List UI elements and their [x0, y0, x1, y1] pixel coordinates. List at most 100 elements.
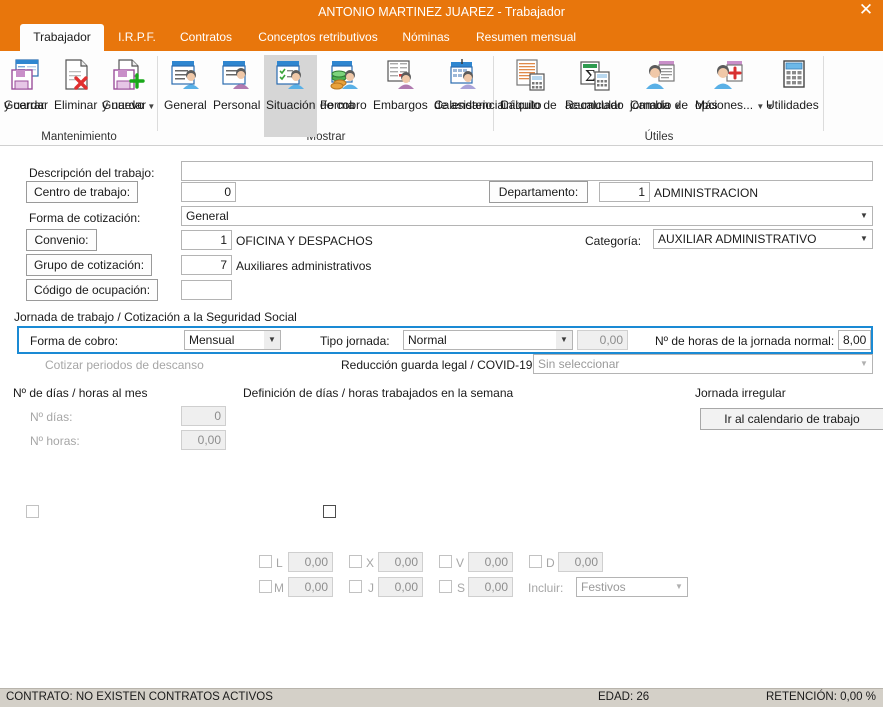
day-checkbox-D[interactable] — [529, 555, 542, 568]
status-retencion: RETENCIÓN: 0,00 % — [766, 691, 876, 703]
tipo-jornada-combo[interactable]: Normal ▼ — [403, 330, 573, 350]
num-dias-label: Nº días: — [30, 410, 73, 424]
incluir-combo[interactable]: Festivos ▼ — [576, 577, 688, 597]
delete-button[interactable]: Eliminar — [52, 55, 100, 112]
reduccion-guarda-legal-label: Reducción guarda legal / COVID-19 — [341, 358, 533, 372]
chevron-down-icon[interactable]: ▼ — [856, 207, 872, 225]
forma-cobro-combo[interactable]: Mensual ▼ — [184, 330, 281, 350]
day-checkbox-J[interactable] — [349, 580, 362, 593]
recalcular-acumulado-button[interactable]: Σ Recalcular acumulado — [563, 55, 627, 112]
forma-cobro-value: Mensual — [189, 333, 235, 347]
chevron-down-icon[interactable]: ▼ — [147, 102, 155, 111]
centro-trabajo-button[interactable]: Centro de trabajo: — [26, 181, 138, 203]
ir-calendario-trabajo-button[interactable]: Ir al calendario de trabajo — [700, 408, 883, 430]
day-label-J: J — [368, 581, 374, 595]
forma-de-cobro-button[interactable]: Forma de cobro — [318, 55, 370, 112]
departamento-text: ADMINISTRACION — [654, 186, 759, 200]
tab-contratos[interactable]: Contratos — [170, 24, 240, 51]
chevron-down-icon[interactable]: ▼ — [673, 102, 681, 111]
button-label-line2: ▼ — [764, 99, 776, 113]
calendar-person-icon — [432, 58, 494, 96]
codigo-ocupacion-input[interactable] — [181, 280, 232, 300]
day-value-D: 0,00 — [558, 552, 603, 572]
tab-nominas[interactable]: Nóminas — [392, 24, 460, 51]
tab-trabajador[interactable]: Trabajador — [20, 24, 104, 51]
day-checkbox-S[interactable] — [439, 580, 452, 593]
forma-cotizacion-value: General — [186, 209, 229, 223]
embargos-button[interactable]: Embargos — [371, 55, 431, 112]
jornada-group-title: Jornada de trabajo / Cotización a la Seg… — [14, 310, 297, 324]
tab-conceptos-retributivos[interactable]: Conceptos retributivos — [248, 24, 388, 51]
jornada-irregular-title: Jornada irregular — [695, 386, 786, 400]
num-dias-input: 0 — [181, 406, 226, 426]
delete-document-icon — [52, 58, 100, 96]
grupo-cotizacion-button[interactable]: Grupo de cotización: — [26, 254, 152, 276]
convenio-input[interactable]: 1 — [181, 230, 232, 250]
convenio-button[interactable]: Convenio: — [26, 229, 97, 251]
save-and-close-button[interactable]: Guardar y cerrar — [2, 55, 50, 112]
reduccion-guarda-legal-checkbox[interactable] — [323, 505, 336, 518]
forma-cotizacion-label: Forma de cotización: — [29, 211, 141, 225]
day-label-D: D — [546, 556, 555, 570]
day-label-X: X — [366, 556, 375, 570]
sigma-calc-icon: Σ — [563, 58, 627, 96]
mas-opciones-button[interactable]: Más opciones... ▼ — [693, 55, 764, 112]
ribbon-group-mostrar: Mostrar General Personal Situación Forma… — [158, 51, 504, 146]
categoria-combo[interactable]: AUXILIAR ADMINISTRATIVO ▼ — [653, 229, 873, 249]
day-checkbox-M[interactable] — [259, 580, 272, 593]
button-label-line1: Personal — [213, 98, 261, 112]
chevron-down-icon[interactable]: ▼ — [766, 102, 774, 111]
codigo-ocupacion-button[interactable]: Código de ocupación: — [26, 279, 158, 301]
situacion-button[interactable]: Situación — [264, 55, 317, 137]
day-checkbox-X[interactable] — [349, 555, 362, 568]
day-label-L: L — [276, 556, 283, 570]
reduccion-combo-value: Sin seleccionar — [538, 357, 620, 371]
calculo-finiquito-button[interactable]: Cálculo de finiquito — [498, 55, 562, 112]
incluir-value: Festivos — [581, 580, 626, 594]
ribbon-toolbar: Mantenimiento Guardar y cerrar Eliminar … — [0, 51, 883, 146]
descripcion-trabajo-input[interactable] — [181, 161, 873, 181]
title-bar: ANTONIO MARTINEZ JUAREZ - Trabajador ✕ — [0, 0, 883, 24]
categoria-value: AUXILIAR ADMINISTRATIVO — [658, 232, 817, 246]
cambio-jornada-button[interactable]: Cambio de jornada ▼ — [628, 55, 692, 112]
save-and-new-button[interactable]: Guardar y nuevo ▼ — [100, 55, 156, 112]
button-label-line2: y nuevo ▼ — [102, 98, 156, 112]
tab-resumen-mensual[interactable]: Resumen mensual — [466, 24, 582, 51]
form-body: Descripción del trabajo: Centro de traba… — [0, 146, 883, 688]
chevron-down-icon[interactable]: ▼ — [556, 331, 572, 349]
day-value-S: 0,00 — [468, 577, 513, 597]
chevron-down-icon[interactable]: ▼ — [671, 578, 687, 596]
more-options-icon — [693, 58, 763, 96]
departamento-button[interactable]: Departamento: — [489, 181, 588, 203]
button-label-line1: Eliminar — [54, 98, 98, 112]
forma-cotizacion-combo[interactable]: General ▼ — [181, 206, 873, 226]
chevron-down-icon[interactable]: ▼ — [856, 230, 872, 248]
grupo-cotizacion-input[interactable]: 7 — [181, 255, 232, 275]
chevron-down-icon[interactable]: ▼ — [264, 331, 280, 349]
personal-button[interactable]: Personal — [211, 55, 263, 112]
tipo-jornada-value: Normal — [408, 333, 447, 347]
centro-trabajo-input[interactable]: 0 — [181, 182, 236, 202]
chevron-down-icon[interactable]: ▼ — [856, 355, 872, 373]
day-checkbox-V[interactable] — [439, 555, 452, 568]
day-checkbox-L[interactable] — [259, 555, 272, 568]
ribbon-group-mantenimiento: Mantenimiento Guardar y cerrar Eliminar … — [0, 51, 158, 146]
cotizar-descanso-checkbox[interactable] — [26, 505, 39, 518]
close-icon[interactable]: ✕ — [853, 0, 879, 22]
calendario-asistencia-button[interactable]: Calendario de asistencia — [432, 55, 504, 112]
day-label-S: S — [457, 581, 466, 595]
calculator-icon — [764, 58, 824, 96]
tab-irpf[interactable]: I.R.P.F. — [108, 24, 166, 51]
save-close-icon — [2, 58, 50, 96]
reduccion-guarda-legal-combo[interactable]: Sin seleccionar ▼ — [533, 354, 873, 374]
departamento-input[interactable]: 1 — [599, 182, 650, 202]
ribbon-group-label: Útiles — [644, 131, 674, 143]
money-person-icon — [318, 58, 370, 96]
general-button[interactable]: General — [162, 55, 210, 112]
day-label-V: V — [456, 556, 465, 570]
horas-jornada-normal-input[interactable]: 8,00 — [838, 330, 871, 350]
ribbon-group-label: Mostrar — [306, 131, 346, 143]
utilidades-button[interactable]: Utilidades ▼ — [764, 55, 824, 112]
button-label-line1: Situación — [266, 98, 316, 112]
descripcion-trabajo-label: Descripción del trabajo: — [29, 166, 155, 180]
